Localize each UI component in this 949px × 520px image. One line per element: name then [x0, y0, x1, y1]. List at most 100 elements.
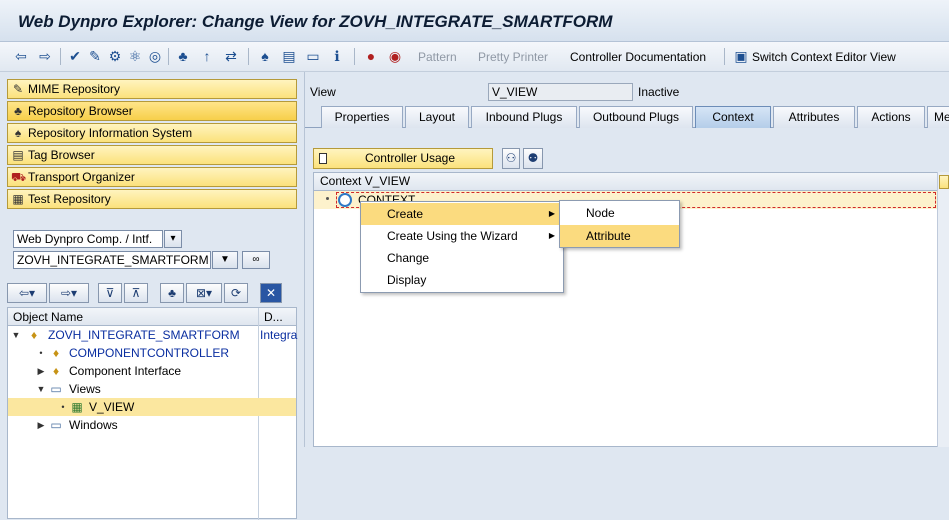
tree-row[interactable]: • ♦ COMPONENTCONTROLLER [8, 344, 296, 362]
tab-context[interactable]: Context [695, 106, 771, 128]
info-system-icon: ♠ [14, 126, 22, 140]
nav-transport-organizer[interactable]: ⛟ Transport Organizer [7, 167, 297, 187]
tab-properties[interactable]: Properties [321, 106, 403, 128]
object-list-icon[interactable]: ♠ [256, 47, 274, 65]
context-node-icon [338, 193, 352, 207]
tab-strip: Properties Layout Inbound Plugs Outbound… [305, 106, 949, 128]
switch-editor-icon: ▣ [734, 48, 748, 64]
tree-item-label: COMPONENTCONTROLLER [69, 346, 230, 360]
window-icon[interactable]: ▭ [304, 47, 322, 65]
view-icon: ▦ [71, 400, 83, 414]
view-label: View [310, 85, 336, 99]
target-icon[interactable]: ◎ [146, 47, 164, 65]
tree-row[interactable]: ▼ ♦ ZOVH_INTEGRATE_SMARTFORM Integra [8, 326, 298, 344]
submenu-arrow-icon: ▶ [548, 209, 555, 218]
menu-item-label: Create Using the Wizard [387, 229, 518, 243]
find-next-icon[interactable]: ⚉ [523, 148, 543, 169]
hierarchy-icon[interactable]: ♣ [160, 283, 184, 303]
refresh-icon[interactable]: ⟳ [224, 283, 248, 303]
application-toolbar: ⇦ ⇨ ✔ ✎ ⚙ ⚛ ◎ ♣ ↑ ⇄ ♠ ▤ ▭ ℹ ● ◉ Pattern … [0, 42, 949, 72]
expanded-triangle-icon[interactable]: ▼ [36, 380, 46, 398]
toolbar-separator [60, 48, 61, 65]
menu-item-change[interactable]: Change [361, 247, 563, 269]
nav-repository-browser[interactable]: ♣ Repository Browser [7, 101, 297, 121]
switch-context-editor-button[interactable]: Switch Context Editor View [752, 49, 896, 65]
nav-label: Transport Organizer [28, 170, 135, 184]
collapsed-triangle-icon[interactable]: ▶ [36, 362, 46, 380]
where-used-icon[interactable]: ↑ [198, 47, 216, 65]
create-submenu: Node Attribute [559, 200, 680, 248]
expand-icon[interactable]: ⊼ [124, 283, 148, 303]
nav-label: MIME Repository [28, 82, 121, 96]
close-icon[interactable]: ✕ [260, 283, 282, 303]
test-icon[interactable]: ⚙ [106, 47, 124, 65]
menu-item-label: Attribute [586, 229, 631, 243]
toolbar-separator [168, 48, 169, 65]
mime-icon: ✎ [12, 82, 24, 96]
menu-item-create[interactable]: Create ▶ [361, 203, 563, 225]
dropdown-arrow-icon[interactable]: ▼ [212, 251, 238, 269]
chevron-down-icon[interactable]: ▾ [164, 230, 182, 248]
object-type-select[interactable]: Web Dynpro Comp. / Intf. [13, 230, 163, 248]
toolbar-separator [354, 48, 355, 65]
tab-attributes[interactable]: Attributes [773, 106, 855, 128]
collapsed-triangle-icon[interactable]: ▶ [36, 416, 46, 434]
view-status: Inactive [638, 85, 680, 99]
tree-row[interactable]: ▼ ▭ Views [8, 380, 296, 398]
tree-item-label: Component Interface [69, 364, 182, 378]
vertical-scrollbar[interactable] [937, 172, 949, 447]
collapse-icon[interactable]: ⊽ [98, 283, 122, 303]
binoculars-icon[interactable]: ⚇ [502, 148, 520, 169]
toolbar-separator [248, 48, 249, 65]
breakpoint-icon[interactable]: ● [362, 47, 380, 65]
scroll-side-button[interactable] [939, 175, 949, 189]
menu-item-display[interactable]: Display [361, 269, 563, 291]
tag-icon: ▤ [12, 148, 24, 162]
tree-forward-button[interactable]: ⇨▾ [49, 283, 89, 303]
info-icon[interactable]: ℹ [328, 47, 346, 65]
forward-icon[interactable]: ⇨ [36, 47, 54, 65]
hierarchy-tree-icon[interactable]: ▤ [280, 47, 298, 65]
check-icon[interactable]: ✔ [66, 47, 84, 65]
activate-icon[interactable]: ⚛ [126, 47, 144, 65]
display-glasses-icon[interactable]: ∞ [242, 251, 270, 269]
nav-tag-browser[interactable]: ▤ Tag Browser [7, 145, 297, 165]
menu-item-label: Display [387, 273, 427, 287]
navigate-icon[interactable]: ⇄ [222, 47, 240, 65]
bullet-icon [326, 197, 329, 200]
nav-label: Repository Browser [28, 104, 133, 118]
tab-layout[interactable]: Layout [405, 106, 469, 128]
controller-documentation-button[interactable]: Controller Documentation [570, 49, 706, 65]
menu-item-label: Change [387, 251, 430, 265]
menu-item-node[interactable]: Node [560, 202, 679, 224]
menu-item-label: Create [387, 207, 424, 221]
menu-item-create-wizard[interactable]: Create Using the Wizard ▶ [361, 225, 563, 247]
tree-back-button[interactable]: ⇦▾ [7, 283, 47, 303]
tab-inbound-plugs[interactable]: Inbound Plugs [471, 106, 577, 128]
tab-outbound-plugs[interactable]: Outbound Plugs [579, 106, 693, 128]
display-object-button[interactable]: ⊠▾ [186, 283, 222, 303]
nav-repository-information-system[interactable]: ♠ Repository Information System [7, 123, 297, 143]
object-name-input[interactable]: ZOVH_INTEGRATE_SMARTFORM [13, 251, 211, 269]
nav-test-repository[interactable]: ▦ Test Repository [7, 189, 297, 209]
back-icon[interactable]: ⇦ [12, 47, 30, 65]
tab-actions[interactable]: Actions [857, 106, 925, 128]
pretty-printer-button[interactable]: Pretty Printer [478, 49, 548, 65]
tree-row[interactable]: ▶ ♦ Component Interface [8, 362, 296, 380]
tab-methods[interactable]: Me [927, 106, 949, 128]
nav-mime-repository[interactable]: ✎ MIME Repository [7, 79, 297, 99]
controller-icon: ♦ [52, 346, 60, 360]
hierarchy-icon[interactable]: ♣ [174, 47, 192, 65]
tree-header: Object Name D... [8, 308, 296, 326]
menu-item-attribute[interactable]: Attribute [560, 225, 679, 247]
tree-item-label: Windows [69, 418, 118, 432]
tree-row[interactable]: ▶ ▭ Windows [8, 416, 296, 434]
edit-toggle-icon[interactable]: ✎ [86, 47, 104, 65]
tree-row[interactable]: • ▦ V_VIEW [8, 398, 296, 416]
session-breakpoint-icon[interactable]: ◉ [386, 47, 404, 65]
tree-item-label: ZOVH_INTEGRATE_SMARTFORM [48, 328, 240, 342]
controller-usage-button[interactable]: Controller Usage [313, 148, 493, 169]
expanded-triangle-icon[interactable]: ▼ [11, 326, 21, 344]
pattern-button[interactable]: Pattern [418, 49, 457, 65]
document-icon [319, 153, 327, 164]
